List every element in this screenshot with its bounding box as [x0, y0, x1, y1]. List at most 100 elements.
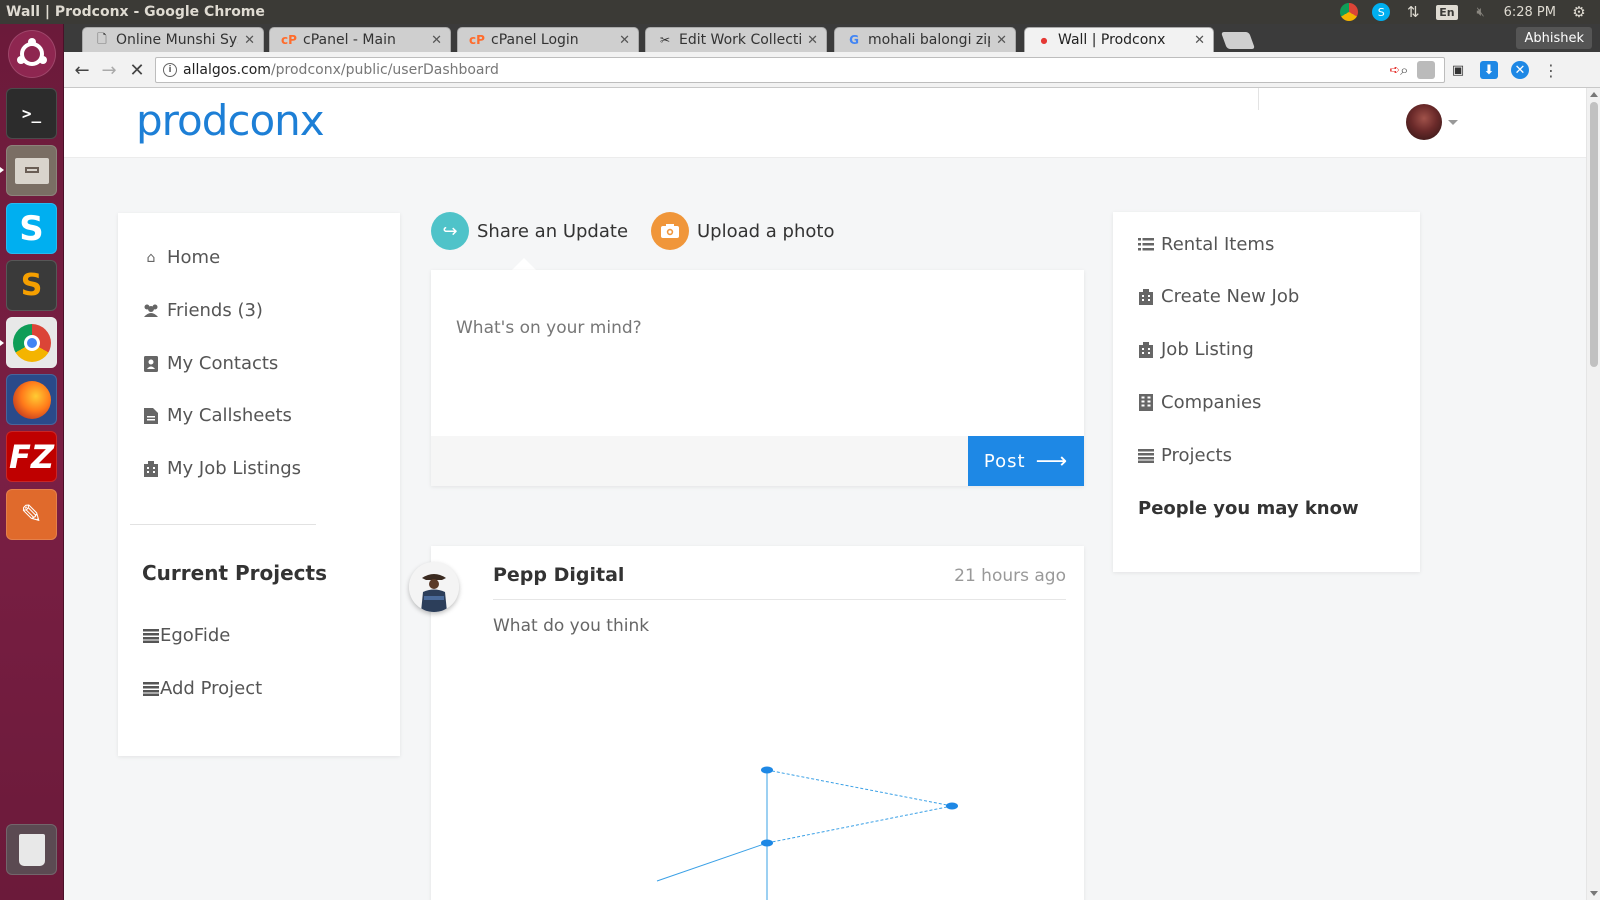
filezilla-icon[interactable]: FZ: [6, 431, 57, 482]
keyboard-layout-indicator[interactable]: En: [1436, 4, 1458, 20]
sublime-text-icon[interactable]: S: [6, 260, 57, 311]
tab-upload-photo[interactable]: Upload a photo: [651, 212, 834, 250]
building-icon: [142, 460, 160, 478]
list-icon: [1137, 447, 1155, 465]
extension-blue-circle-icon[interactable]: ✕: [1511, 61, 1529, 79]
sidebar-item-companies[interactable]: Companies: [1137, 392, 1261, 413]
sidebar-item-label: Companies: [1161, 392, 1262, 413]
status-input[interactable]: What's on your mind?: [456, 318, 642, 338]
loading-icon: ●: [1040, 35, 1048, 45]
extension-grey-icon[interactable]: [1417, 61, 1435, 79]
right-sidebar: Rental Items Create New Job Job Listing …: [1113, 212, 1420, 572]
sidebar-item-projects[interactable]: Projects: [1137, 445, 1232, 466]
post-button-label: Post: [983, 450, 1026, 472]
extension-screen-icon[interactable]: ▣: [1449, 61, 1467, 79]
page-scrollbar[interactable]: [1586, 88, 1600, 900]
skype-icon[interactable]: S: [6, 203, 57, 254]
chrome-menu-icon[interactable]: ⋮: [1542, 61, 1560, 80]
ubuntu-dash-icon[interactable]: [8, 30, 56, 78]
tab-wall-prodconx[interactable]: ● Wall | Prodconx ✕: [1024, 27, 1214, 52]
post-text: What do you think: [493, 616, 650, 636]
skype-tray-icon[interactable]: S: [1372, 3, 1391, 21]
current-projects-title: Current Projects: [142, 561, 327, 585]
tab-upload-photo-label: Upload a photo: [697, 220, 835, 242]
network-icon[interactable]: ⇅: [1404, 3, 1422, 21]
sidebar-item-job-listings[interactable]: My Job Listings: [142, 458, 301, 479]
sidebar-item-label: Rental Items: [1161, 234, 1275, 255]
tab-label: mohali balongi zip c: [868, 32, 990, 48]
post-author-avatar[interactable]: [409, 562, 459, 612]
cpanel-icon: cP: [281, 33, 297, 47]
scroll-up-arrow-icon[interactable]: [1590, 92, 1598, 97]
back-icon[interactable]: ←: [70, 58, 94, 82]
profile-button[interactable]: Abhishek: [1516, 27, 1592, 49]
trash-icon[interactable]: [6, 824, 57, 875]
sidebar-item-callsheets[interactable]: My Callsheets: [142, 405, 292, 426]
left-sidebar: ⌂ Home Friends (3) My Contacts My Callsh…: [118, 213, 400, 756]
postman-icon[interactable]: ✎: [6, 489, 57, 540]
firefox-icon[interactable]: [6, 374, 57, 425]
sidebar-item-friends[interactable]: Friends (3): [142, 300, 263, 321]
close-icon[interactable]: ✕: [431, 33, 442, 48]
forward-icon[interactable]: →: [97, 58, 121, 82]
share-arrow-icon: ↪: [431, 212, 469, 250]
tab-google-search[interactable]: G mohali balongi zip c ✕: [834, 27, 1016, 52]
new-tab-button[interactable]: [1220, 32, 1256, 49]
chrome-icon[interactable]: [6, 317, 57, 368]
close-icon[interactable]: ✕: [996, 33, 1007, 48]
project-item-egofide[interactable]: EgoFide: [142, 625, 230, 646]
user-avatar[interactable]: [1406, 104, 1442, 140]
tab-label: Online Munshi Syst: [116, 32, 239, 48]
chevron-down-icon[interactable]: [1448, 120, 1458, 125]
close-icon[interactable]: ✕: [807, 33, 818, 48]
post-divider: [493, 599, 1066, 600]
tab-label: Wall | Prodconx: [1058, 32, 1166, 48]
list-icon: [142, 680, 160, 698]
prodconx-logo[interactable]: prodconx: [136, 96, 325, 145]
sidebar-item-home[interactable]: ⌂ Home: [142, 247, 221, 268]
sidebar-item-contacts[interactable]: My Contacts: [142, 353, 278, 374]
sidebar-item-rental-items[interactable]: Rental Items: [1137, 234, 1274, 255]
post-author-name[interactable]: Pepp Digital: [493, 564, 624, 586]
files-icon[interactable]: [6, 145, 57, 196]
list-icon: [142, 627, 160, 645]
tab-cpanel-login[interactable]: cP cPanel Login ✕: [457, 27, 639, 52]
address-bar[interactable]: i allalgos.com/prodconx/public/userDashb…: [155, 57, 1445, 83]
scroll-down-arrow-icon[interactable]: [1590, 891, 1598, 896]
tab-online-munshi[interactable]: 🗋 Online Munshi Syst ✕: [82, 27, 264, 52]
list-icon: [1137, 236, 1155, 254]
power-gear-icon[interactable]: ⚙: [1570, 3, 1588, 21]
sidebar-item-label: My Contacts: [167, 353, 279, 374]
chrome-tray-icon[interactable]: [1340, 3, 1359, 21]
sidebar-item-label: My Job Listings: [167, 458, 302, 479]
post-composer: What's on your mind? Post ⟶: [431, 270, 1084, 486]
google-icon: G: [849, 33, 859, 47]
scrollbar-thumb[interactable]: [1590, 102, 1598, 367]
extension-red-arrow-icon[interactable]: ➪: [1386, 61, 1404, 79]
window-title: Wall | Prodconx - Google Chrome: [6, 4, 265, 20]
extension-download-icon[interactable]: ⬇: [1480, 61, 1498, 79]
building-icon: [1137, 394, 1155, 412]
tab-edit-work-collection[interactable]: ✂ Edit Work Collectio ✕: [645, 27, 827, 52]
clock[interactable]: 6:28 PM: [1504, 5, 1556, 20]
tab-share-update[interactable]: ↪ Share an Update: [431, 212, 628, 250]
sidebar-item-create-new-job[interactable]: Create New Job: [1137, 286, 1299, 307]
document-icon: [142, 407, 160, 425]
tab-cpanel-main[interactable]: cP cPanel - Main ✕: [269, 27, 451, 52]
close-icon[interactable]: ✕: [619, 33, 630, 48]
volume-muted-icon[interactable]: 🔇︎: [1472, 3, 1490, 21]
tab-label: cPanel Login: [491, 32, 579, 48]
sidebar-item-job-listing[interactable]: Job Listing: [1137, 339, 1254, 360]
close-icon[interactable]: ✕: [244, 33, 255, 48]
page-icon: 🗋: [97, 31, 107, 46]
post-image[interactable]: [431, 746, 1084, 900]
stop-loading-icon[interactable]: ✕: [125, 58, 149, 82]
post-button[interactable]: Post ⟶: [968, 436, 1084, 486]
browser-toolbar: ← → ✕ i allalgos.com/prodconx/public/use…: [64, 52, 1600, 88]
close-icon[interactable]: ✕: [1194, 33, 1205, 48]
add-project-button[interactable]: Add Project: [142, 678, 262, 699]
terminal-icon[interactable]: >_: [6, 88, 57, 139]
system-tray: S ⇅ En 🔇︎ 6:28 PM ⚙: [1340, 0, 1588, 24]
site-info-icon[interactable]: i: [163, 63, 177, 77]
edit-icon: ✂: [659, 33, 671, 47]
